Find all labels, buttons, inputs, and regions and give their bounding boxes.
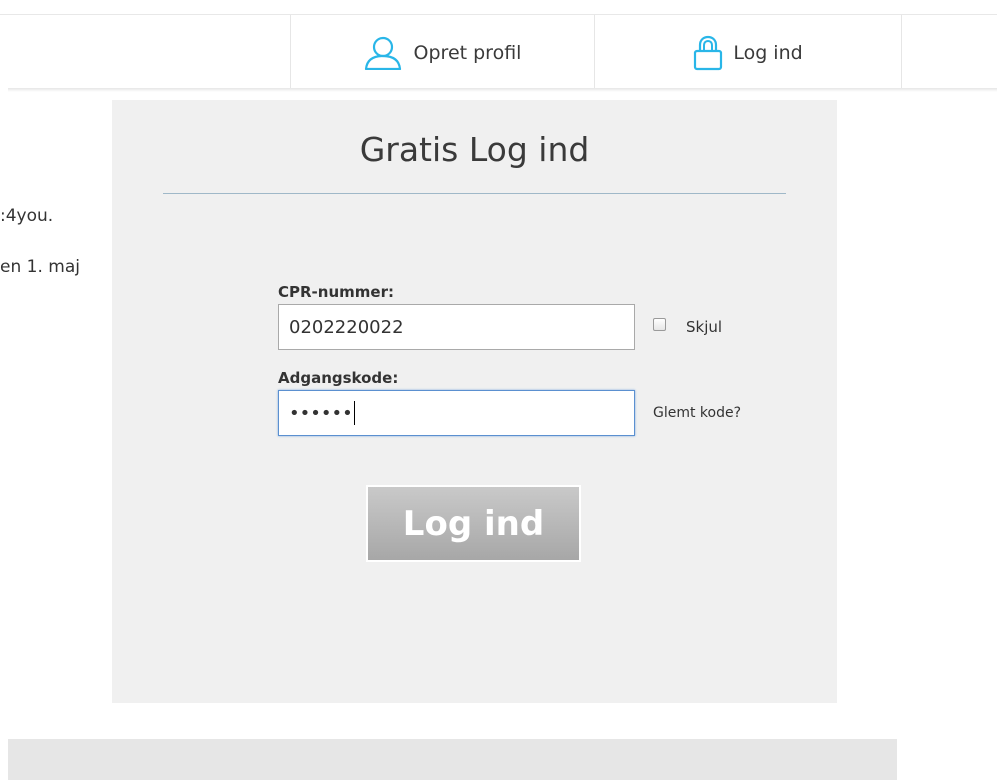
forgot-password-link[interactable]: Glemt kode?	[653, 405, 741, 421]
topbar-divider	[8, 88, 997, 92]
login-nav-label: Log ind	[733, 42, 803, 64]
user-icon	[364, 36, 402, 70]
cpr-input-value: 0202220022	[289, 316, 404, 338]
password-input-value: ••••••	[289, 402, 353, 424]
title-divider	[163, 193, 786, 194]
modal-title: Gratis Log ind	[359, 130, 590, 169]
cpr-label: CPR-nummer:	[278, 283, 394, 301]
cpr-input[interactable]: 0202220022	[278, 304, 635, 350]
hide-cpr-checkbox[interactable]	[653, 318, 666, 331]
signup-nav-label: Opret profil	[413, 42, 522, 64]
signup-nav-link[interactable]: Opret profil	[290, 15, 594, 91]
password-label: Adgangskode:	[278, 369, 399, 387]
background-text-line: en 1. maj	[0, 257, 80, 277]
password-input[interactable]: ••••••	[278, 390, 635, 436]
login-modal: Gratis Log ind CPR-nummer: 0202220022 Sk…	[112, 100, 837, 703]
background-text-line: :4you.	[0, 206, 54, 226]
top-navigation: Opret profil Log ind	[0, 14, 997, 91]
login-submit-button[interactable]: Log ind	[366, 485, 581, 562]
login-nav-link[interactable]: Log ind	[594, 15, 902, 91]
padlock-icon	[693, 35, 723, 71]
page: Opret profil Log ind :4you. en 1. maj Gr…	[0, 0, 997, 780]
text-caret	[353, 401, 355, 425]
hide-cpr-label: Skjul	[686, 318, 723, 336]
footer-bar	[8, 739, 897, 780]
